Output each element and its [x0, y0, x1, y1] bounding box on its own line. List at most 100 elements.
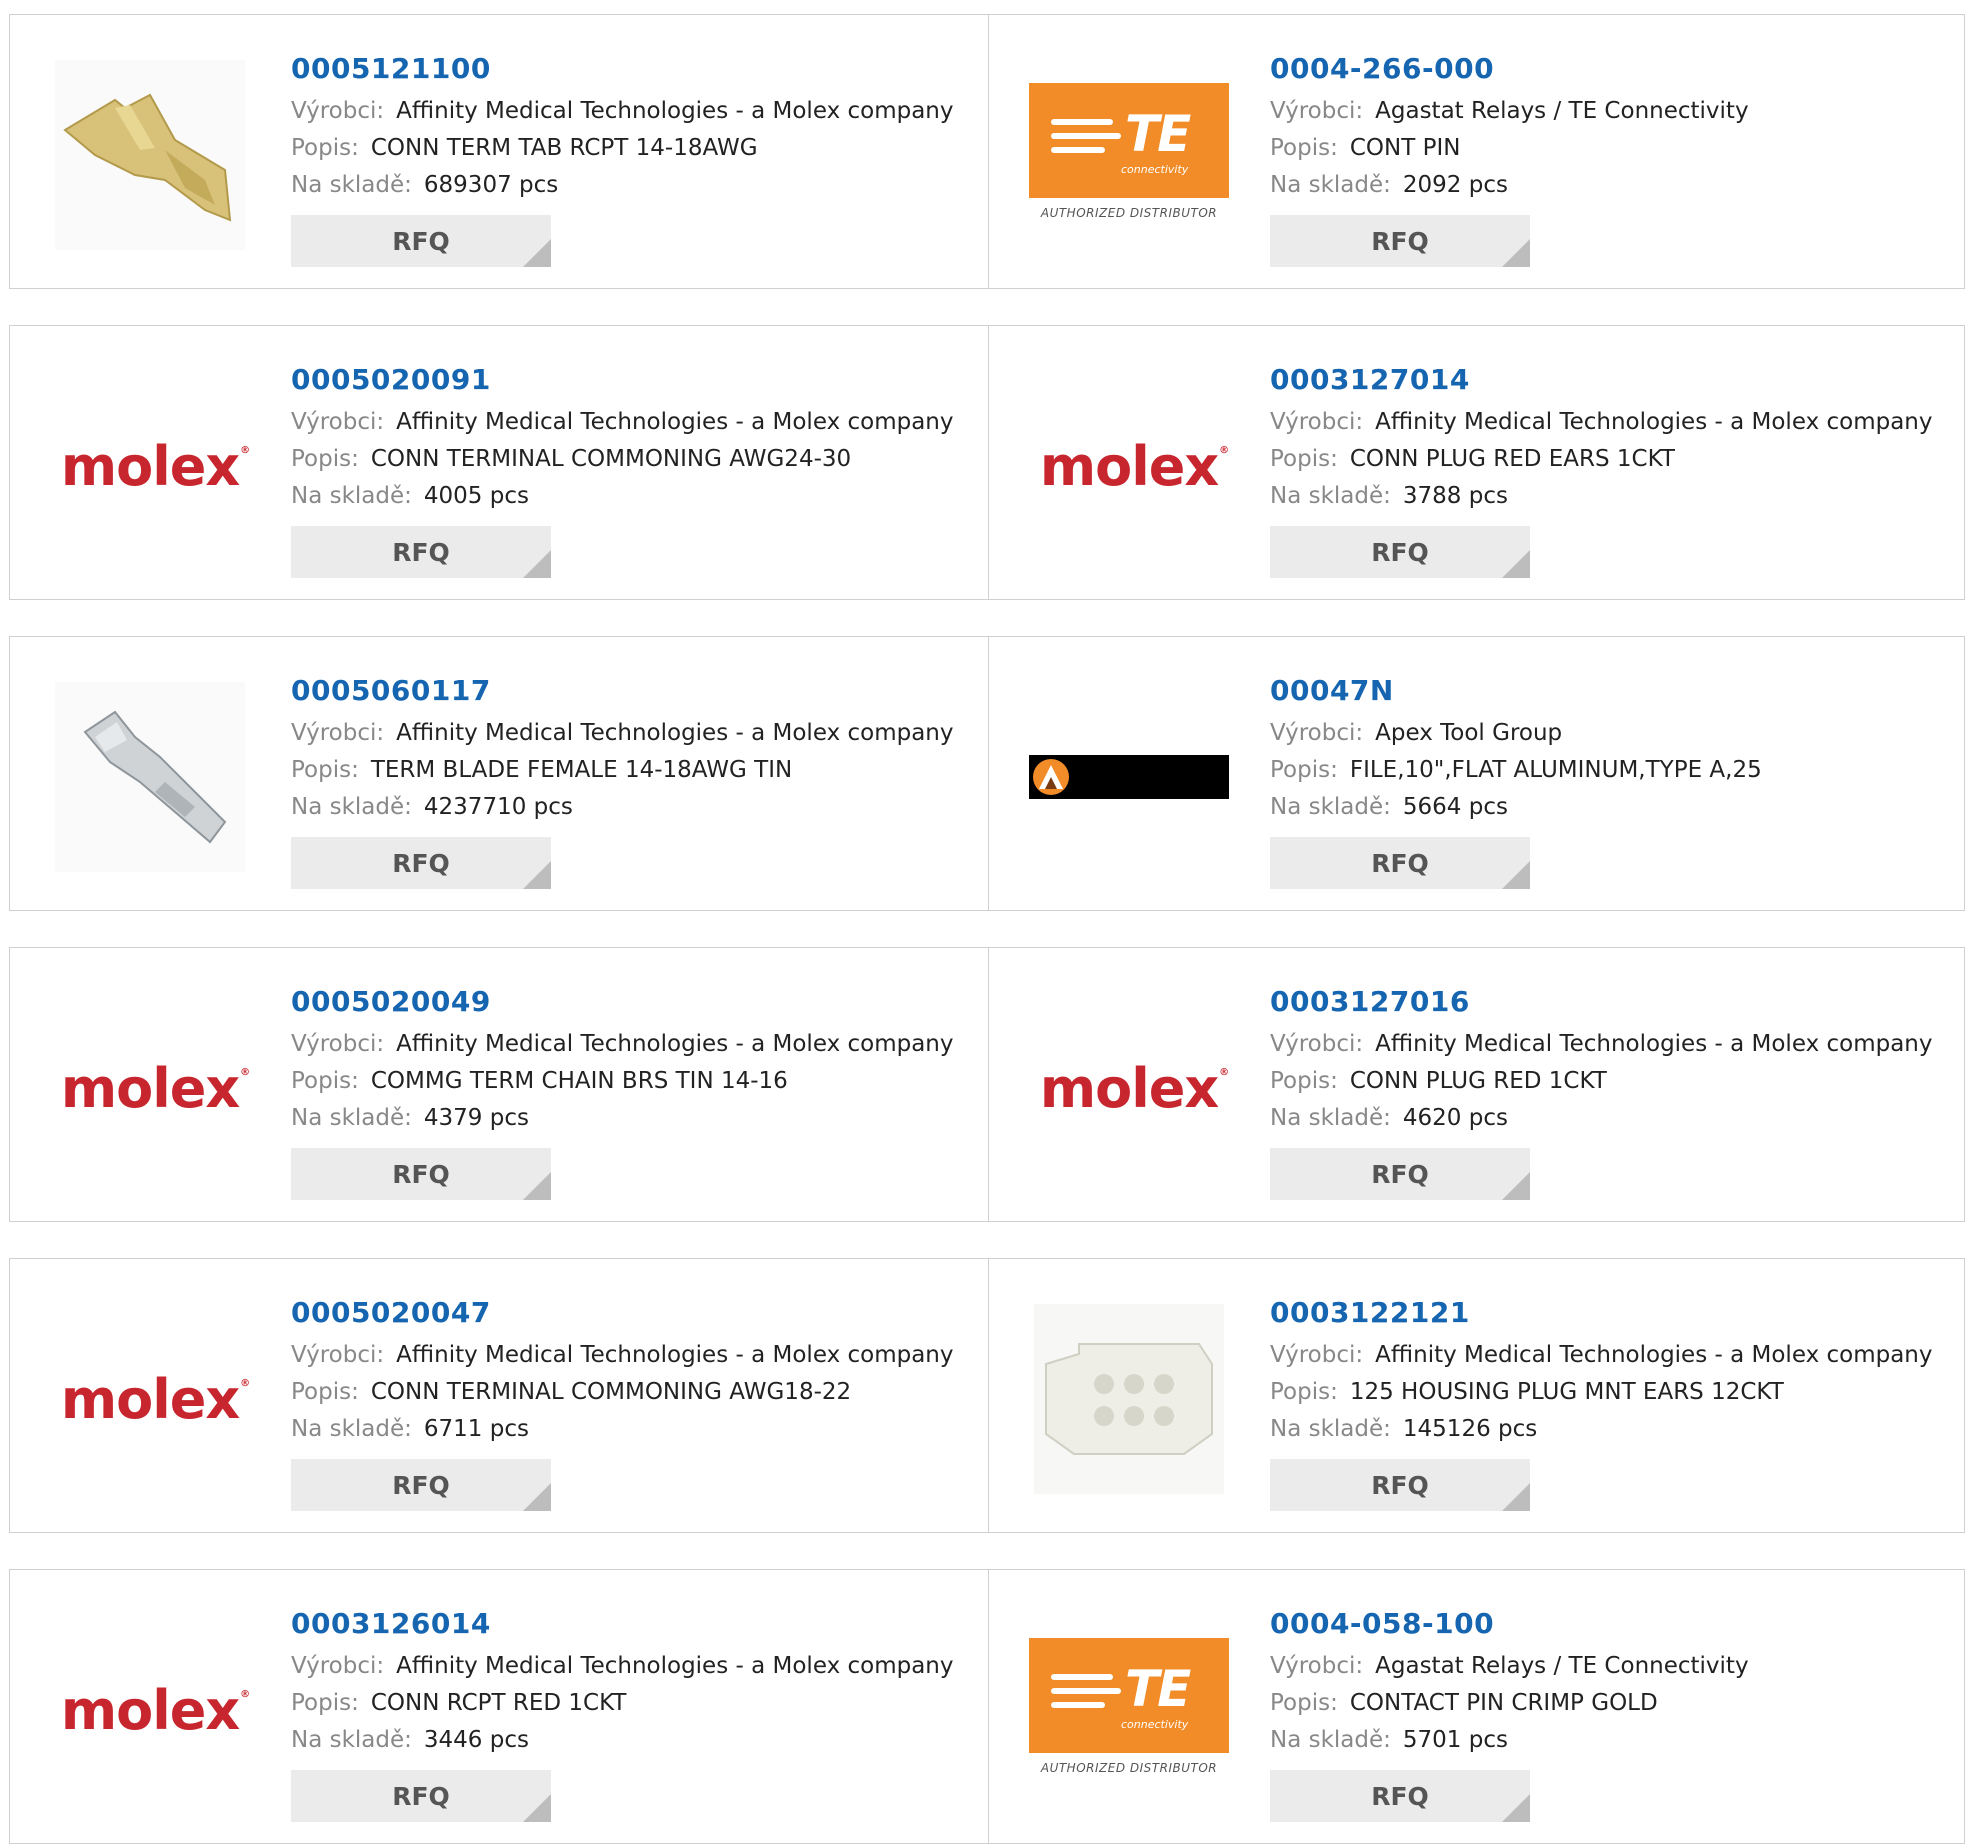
part-number-link[interactable]: 0005020091	[291, 356, 954, 404]
product-thumbnail[interactable]: molex ®	[50, 1610, 250, 1810]
description-value: CONTACT PIN CRIMP GOLD	[1349, 1690, 1658, 1716]
rfq-button[interactable]: RFQ	[291, 1459, 551, 1511]
rfq-button[interactable]: RFQ	[1270, 526, 1530, 578]
rfq-label: RFQ	[392, 226, 450, 256]
rfq-label: RFQ	[1371, 1781, 1429, 1811]
stock-label: Na skladě:	[1270, 483, 1391, 509]
stock-value: 4620 pcs	[1402, 1105, 1508, 1131]
rfq-button[interactable]: RFQ	[1270, 215, 1530, 267]
product-thumbnail[interactable]: molex ®	[50, 1299, 250, 1499]
rfq-button[interactable]: RFQ	[291, 1148, 551, 1200]
te-connectivity-logo-icon: TE connectivity AUTHORIZED DISTRIBUTOR	[1029, 1638, 1229, 1782]
manufacturer-label: Výrobci:	[291, 1031, 385, 1057]
manufacturer-value: Affinity Medical Technologies - a Molex …	[396, 720, 954, 746]
rfq-corner-decoration	[523, 550, 551, 578]
rfq-label: RFQ	[392, 848, 450, 878]
part-number-link[interactable]: 00047N	[1270, 667, 1762, 715]
product-thumbnail[interactable]	[50, 677, 250, 877]
part-number-link[interactable]: 0005020047	[291, 1289, 954, 1337]
rfq-label: RFQ	[392, 537, 450, 567]
product-card: 0005060117 Výrobci: Affinity Medical Tech…	[10, 637, 988, 910]
part-number-link[interactable]: 0004-058-100	[1270, 1600, 1749, 1648]
rfq-button[interactable]: RFQ	[291, 526, 551, 578]
stock-line: Na skladě: 4005 pcs	[291, 478, 954, 515]
manufacturer-value: Agastat Relays / TE Connectivity	[1375, 98, 1749, 124]
product-thumbnail[interactable]: TE connectivity AUTHORIZED DISTRIBUTOR	[1029, 1610, 1229, 1810]
part-number-link[interactable]: 0005020049	[291, 978, 954, 1026]
description-label: Popis:	[1270, 135, 1338, 161]
product-thumbnail[interactable]: molex ®	[1029, 988, 1229, 1188]
part-number-link[interactable]: 0005060117	[291, 667, 954, 715]
product-thumbnail[interactable]: molex ®	[1029, 366, 1229, 566]
stock-label: Na skladě:	[1270, 172, 1391, 198]
description-line: Popis: 125 HOUSING PLUG MNT EARS 12CKT	[1270, 1374, 1933, 1411]
product-thumbnail[interactable]: molex ®	[50, 366, 250, 566]
part-number-link[interactable]: 0005121100	[291, 45, 954, 93]
part-number-link[interactable]: 0003126014	[291, 1600, 954, 1648]
manufacturer-label: Výrobci:	[291, 1653, 385, 1679]
stock-value: 3446 pcs	[423, 1727, 529, 1753]
rfq-corner-decoration	[1502, 239, 1530, 267]
rfq-corner-decoration	[1502, 1172, 1530, 1200]
part-number-link[interactable]: 0003127016	[1270, 978, 1933, 1026]
manufacturer-label: Výrobci:	[1270, 720, 1364, 746]
rfq-button[interactable]: RFQ	[1270, 837, 1530, 889]
stock-value: 4005 pcs	[423, 483, 529, 509]
product-thumbnail[interactable]: TE connectivity AUTHORIZED DISTRIBUTOR	[1029, 55, 1229, 255]
description-line: Popis: CONN PLUG RED EARS 1CKT	[1270, 441, 1933, 478]
manufacturer-value: Affinity Medical Technologies - a Molex …	[396, 409, 954, 435]
rfq-button[interactable]: RFQ	[1270, 1148, 1530, 1200]
apex-tool-group-logo-icon	[1029, 755, 1229, 799]
description-value: CONN TERMINAL COMMONING AWG18-22	[370, 1379, 852, 1405]
part-number-link[interactable]: 0004-266-000	[1270, 45, 1749, 93]
stock-line: Na skladě: 6711 pcs	[291, 1411, 954, 1448]
product-card: 0005121100 Výrobci: Affinity Medical Tech…	[10, 15, 988, 288]
blade-terminal-photo	[55, 682, 245, 872]
description-value: FILE,10",FLAT ALUMINUM,TYPE A,25	[1349, 757, 1762, 783]
molex-logo-icon: molex ®	[1039, 1056, 1229, 1120]
product-thumbnail[interactable]: molex ®	[50, 988, 250, 1188]
description-label: Popis:	[291, 135, 359, 161]
rfq-corner-decoration	[1502, 1794, 1530, 1822]
stock-value: 6711 pcs	[423, 1416, 529, 1442]
rfq-label: RFQ	[1371, 226, 1429, 256]
manufacturer-label: Výrobci:	[1270, 1031, 1364, 1057]
product-thumbnail[interactable]	[1029, 677, 1229, 877]
rfq-button[interactable]: RFQ	[1270, 1770, 1530, 1822]
rfq-label: RFQ	[392, 1470, 450, 1500]
manufacturer-value: Agastat Relays / TE Connectivity	[1375, 1653, 1749, 1679]
product-info: 0004-266-000 Výrobci: Agastat Relays / TE…	[1270, 45, 1749, 204]
rfq-button[interactable]: RFQ	[1270, 1459, 1530, 1511]
product-info: 0005020091 Výrobci: Affinity Medical Tech…	[291, 356, 954, 515]
description-line: Popis: CONN TERMINAL COMMONING AWG18-22	[291, 1374, 954, 1411]
rfq-button[interactable]: RFQ	[291, 215, 551, 267]
manufacturer-label: Výrobci:	[291, 98, 385, 124]
stock-value: 3788 pcs	[1402, 483, 1508, 509]
stock-value: 5701 pcs	[1402, 1727, 1508, 1753]
product-thumbnail[interactable]	[50, 55, 250, 255]
description-label: Popis:	[291, 1690, 359, 1716]
manufacturer-label: Výrobci:	[291, 720, 385, 746]
description-line: Popis: CONN TERM TAB RCPT 14-18AWG	[291, 130, 954, 167]
manufacturer-label: Výrobci:	[1270, 1653, 1364, 1679]
product-info: 0003127014 Výrobci: Affinity Medical Tech…	[1270, 356, 1933, 515]
stock-label: Na skladě:	[291, 1416, 412, 1442]
description-label: Popis:	[1270, 446, 1338, 472]
part-number-link[interactable]: 0003127014	[1270, 356, 1933, 404]
description-label: Popis:	[1270, 1068, 1338, 1094]
product-info: 0005020049 Výrobci: Affinity Medical Tech…	[291, 978, 954, 1137]
product-row: molex ® 0005020049 Výrobci: Affinity Medic…	[9, 947, 1965, 1222]
stock-label: Na skladě:	[291, 1105, 412, 1131]
manufacturer-line: Výrobci: Affinity Medical Technologies - …	[1270, 1337, 1933, 1374]
description-label: Popis:	[291, 446, 359, 472]
manufacturer-value: Affinity Medical Technologies - a Molex …	[396, 98, 954, 124]
description-line: Popis: CONN PLUG RED 1CKT	[1270, 1063, 1933, 1100]
product-thumbnail[interactable]	[1029, 1299, 1229, 1499]
manufacturer-value: Affinity Medical Technologies - a Molex …	[1375, 409, 1933, 435]
description-line: Popis: CONN TERMINAL COMMONING AWG24-30	[291, 441, 954, 478]
description-label: Popis:	[1270, 1690, 1338, 1716]
description-line: Popis: COMMG TERM CHAIN BRS TIN 14-16	[291, 1063, 954, 1100]
rfq-button[interactable]: RFQ	[291, 1770, 551, 1822]
rfq-button[interactable]: RFQ	[291, 837, 551, 889]
part-number-link[interactable]: 0003122121	[1270, 1289, 1933, 1337]
